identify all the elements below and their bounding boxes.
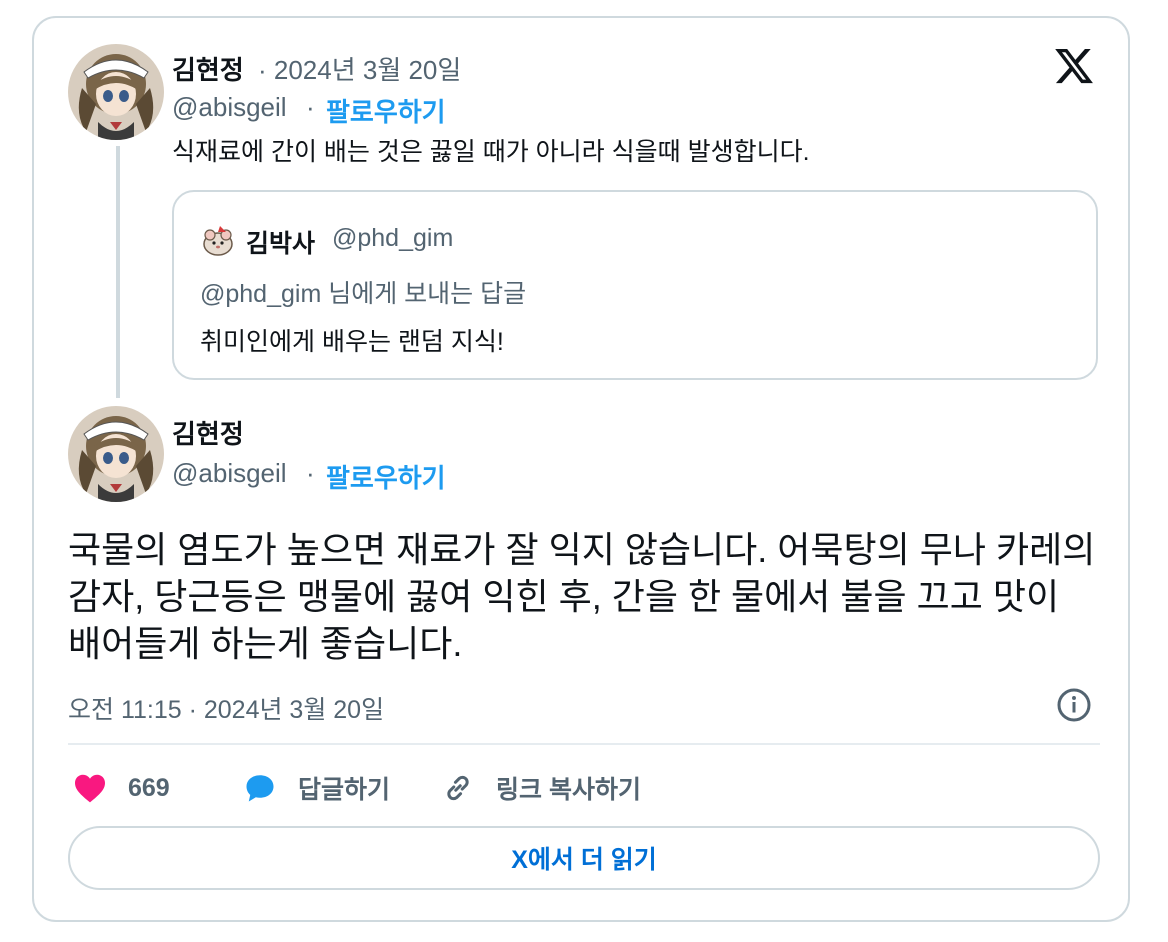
- quoted-author-avatar: [200, 222, 236, 258]
- tweet-timestamp[interactable]: 오전 11:15 · 2024년 3월 20일: [68, 690, 384, 726]
- thread-line: [116, 146, 120, 398]
- tweet-embed-card: 김현정 · 2024년 3월 20일 @abisgeil · 팔로우하기 식재료…: [32, 16, 1130, 922]
- main-author-handle[interactable]: @abisgeil: [172, 458, 287, 489]
- follow-button[interactable]: 팔로우하기: [326, 92, 446, 129]
- separator-dot: ·: [306, 92, 315, 122]
- read-more-button[interactable]: X에서 더 읽기: [68, 826, 1100, 890]
- like-button[interactable]: 669: [72, 768, 170, 808]
- reply-label: 답글하기: [298, 776, 391, 804]
- main-tweet-text: 국물의 염도가 높으면 재료가 잘 익지 않습니다. 어묵탕의 무나 카레의 감…: [68, 529, 1096, 664]
- author-name[interactable]: 김현정: [172, 50, 244, 87]
- quoted-author-handle: @phd_gim: [332, 224, 454, 252]
- link-icon: [447, 775, 469, 801]
- author-handle[interactable]: @abisgeil: [172, 92, 287, 123]
- quoted-tweet-text: 취미인에게 배우는 랜덤 지식!: [200, 328, 504, 356]
- copy-link-label: 링크 복사하기: [496, 776, 641, 804]
- heart-icon: [75, 774, 105, 803]
- reply-button[interactable]: 답글하기: [242, 768, 390, 808]
- tweet-text: 식재료에 간이 배는 것은 끓일 때가 아니라 식을때 발생합니다.: [172, 138, 810, 166]
- copy-link-button[interactable]: 링크 복사하기: [440, 768, 641, 808]
- divider: [68, 743, 1100, 745]
- author-avatar[interactable]: [68, 44, 164, 140]
- main-follow-button[interactable]: 팔로우하기: [326, 458, 446, 495]
- main-author-name[interactable]: 김현정: [172, 414, 244, 451]
- quoted-tweet[interactable]: 김박사 @phd_gim @phd_gim 님에게 보내는 답글 취미인에게 배…: [172, 190, 1098, 380]
- replying-to-label: @phd_gim 님에게 보내는 답글: [200, 280, 527, 308]
- x-logo-icon[interactable]: [1052, 45, 1096, 87]
- separator-dot: ·: [306, 458, 315, 488]
- speech-bubble-icon: [246, 775, 274, 802]
- info-icon[interactable]: [1056, 687, 1092, 723]
- tweet-date[interactable]: · 2024년 3월 20일: [258, 50, 461, 87]
- quoted-author-name: 김박사: [246, 230, 316, 258]
- like-count: 669: [128, 773, 170, 802]
- main-author-avatar[interactable]: [68, 406, 164, 502]
